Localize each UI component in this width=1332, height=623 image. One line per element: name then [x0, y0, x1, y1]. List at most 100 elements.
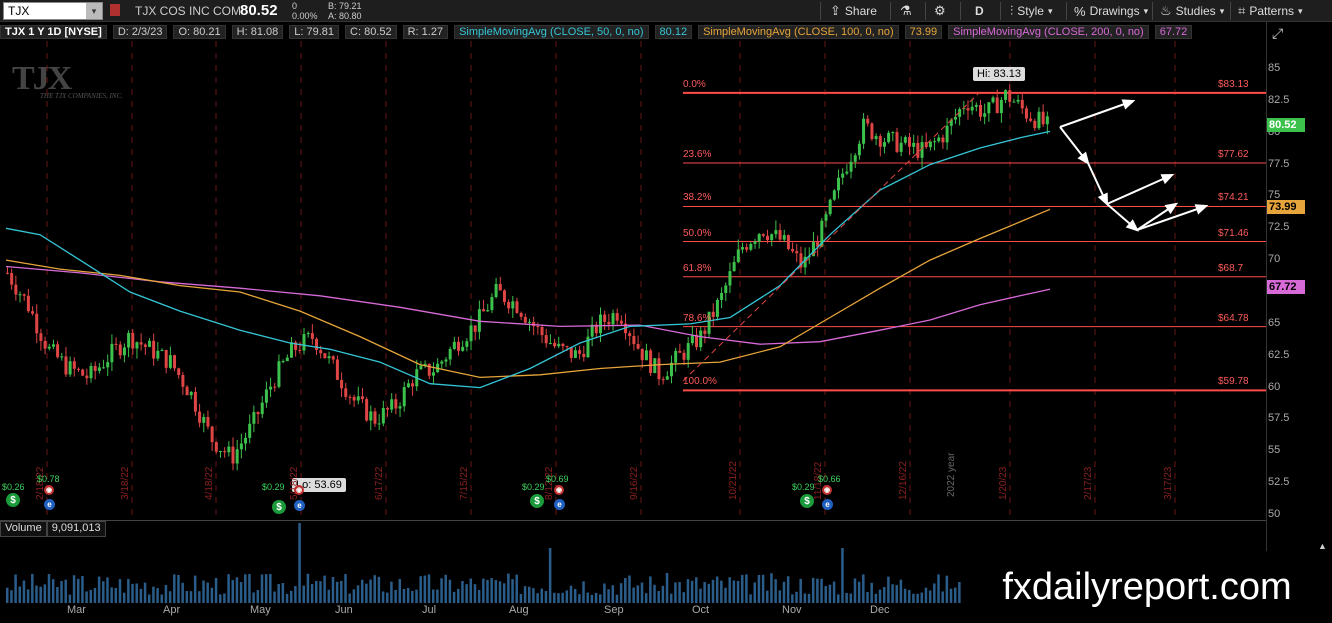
candle-body [381, 407, 385, 424]
volume-bar [795, 591, 798, 603]
sma100-label[interactable]: SimpleMovingAvg (CLOSE, 100, 0, no) [698, 25, 899, 39]
volume-bar [269, 573, 272, 603]
candle-body [486, 310, 490, 312]
volume-bar [256, 589, 260, 603]
volume-bar [56, 587, 59, 603]
volume-bar [202, 580, 205, 603]
timeframe-button[interactable]: D [975, 2, 984, 20]
share-button[interactable]: ⇪ Share [830, 2, 877, 20]
volume-bar [348, 593, 351, 603]
sma100-price-tag: 73.99 [1267, 200, 1305, 214]
chevron-down-icon: ▾ [1298, 5, 1303, 16]
volume-bar [31, 573, 34, 603]
candle-body [256, 412, 260, 415]
settings-button[interactable]: ⚙ [934, 2, 946, 20]
price-chart[interactable] [0, 41, 1266, 517]
candle-body [1020, 99, 1024, 109]
drawings-button[interactable]: % Drawings ▾ [1074, 2, 1148, 20]
candle-body [448, 348, 452, 360]
fib-pct-label: 100.0% [683, 376, 717, 388]
volume-bar [502, 583, 506, 603]
volume-label[interactable]: Volume [0, 521, 47, 537]
flask-button[interactable]: ⚗ [900, 2, 912, 20]
volume-bar [93, 587, 97, 603]
gear-icon: ⚙ [934, 3, 946, 18]
volume-bar [699, 588, 702, 603]
volume-bar [778, 590, 782, 603]
volume-bar [473, 584, 477, 603]
earnings-icon[interactable]: ◉ [294, 485, 304, 495]
earnings-icon[interactable]: e [294, 500, 305, 511]
volume-bar [657, 591, 660, 603]
candle-body [369, 411, 373, 421]
candle-body [912, 142, 916, 147]
candle-body [770, 234, 774, 241]
earnings-icon[interactable]: ◉ [554, 485, 564, 495]
divider [1066, 2, 1067, 20]
price-axis-label: 85 [1268, 62, 1281, 74]
volume-bar [757, 574, 761, 603]
earnings-icon[interactable]: e [822, 499, 833, 510]
candle-body [277, 361, 281, 387]
dividend-icon[interactable]: $ [6, 493, 20, 507]
candle-body [724, 285, 728, 293]
dividend-icon[interactable]: $ [272, 500, 286, 514]
volume-bar [486, 579, 489, 603]
chevron-down-icon[interactable]: ▾ [86, 3, 102, 19]
chart-title[interactable]: TJX 1 Y 1D [NYSE] [0, 25, 107, 39]
candle-body [837, 177, 841, 191]
volume-bar [235, 577, 239, 603]
sma200-label[interactable]: SimpleMovingAvg (CLOSE, 200, 0, no) [948, 25, 1149, 39]
candle-body [991, 97, 995, 103]
month-label: May [250, 604, 271, 616]
volume-bar [168, 591, 172, 603]
candle-body [928, 141, 932, 148]
earnings-icon[interactable]: e [44, 499, 55, 510]
candle-body [239, 443, 243, 450]
dividend-icon[interactable]: $ [530, 494, 544, 508]
candle-body [632, 336, 636, 345]
earnings-icon[interactable]: e [554, 499, 565, 510]
candle-body [862, 118, 866, 144]
event-amount: $0.26 [2, 482, 25, 492]
volume-bar [828, 584, 832, 603]
candle-body [544, 335, 548, 344]
volume-bar [177, 574, 180, 603]
candle-body [786, 235, 790, 250]
candle-body [14, 284, 18, 295]
expand-icon[interactable]: ⤢ [1272, 25, 1283, 42]
chevron-down-icon[interactable]: ▲ [1318, 541, 1327, 551]
fib-pct-label: 23.6% [683, 149, 712, 161]
volume-bar [845, 592, 848, 603]
style-button[interactable]: ⫶ Style ▾ [1010, 2, 1052, 20]
earnings-icon[interactable]: ◉ [822, 485, 832, 495]
candle-body [168, 355, 172, 368]
sma100-value: 73.99 [904, 25, 943, 39]
volume-bar [724, 587, 727, 603]
candle-body [331, 356, 335, 360]
patterns-button[interactable]: ⌗ Patterns ▾ [1238, 2, 1303, 20]
candle-body [377, 423, 381, 425]
candle-body [93, 366, 97, 371]
volume-bar [210, 587, 214, 603]
candle-body [193, 391, 197, 412]
earnings-icon[interactable]: ◉ [44, 485, 54, 495]
ohlc-high: H: 81.08 [231, 25, 284, 39]
candle-body [202, 417, 206, 423]
dividend-icon[interactable]: $ [800, 494, 814, 508]
symbol-input[interactable]: TJX ▾ [3, 2, 103, 20]
studies-button[interactable]: ♨ Studies ▾ [1160, 2, 1224, 20]
volume-bar [469, 578, 473, 603]
candle-body [356, 396, 360, 401]
date-marker-label: 10/21/22 [728, 461, 739, 500]
flag-icon[interactable] [110, 4, 120, 16]
sma50-label[interactable]: SimpleMovingAvg (CLOSE, 50, 0, no) [454, 25, 649, 39]
event-amount: $0.78 [37, 474, 60, 484]
volume-bar [81, 575, 84, 603]
fib-pct-label: 61.8% [683, 262, 712, 274]
volume-bar [678, 582, 681, 603]
candle-body [273, 386, 277, 388]
volume-bar [728, 577, 731, 603]
candle-body [223, 451, 227, 453]
volume-bar [870, 582, 873, 603]
